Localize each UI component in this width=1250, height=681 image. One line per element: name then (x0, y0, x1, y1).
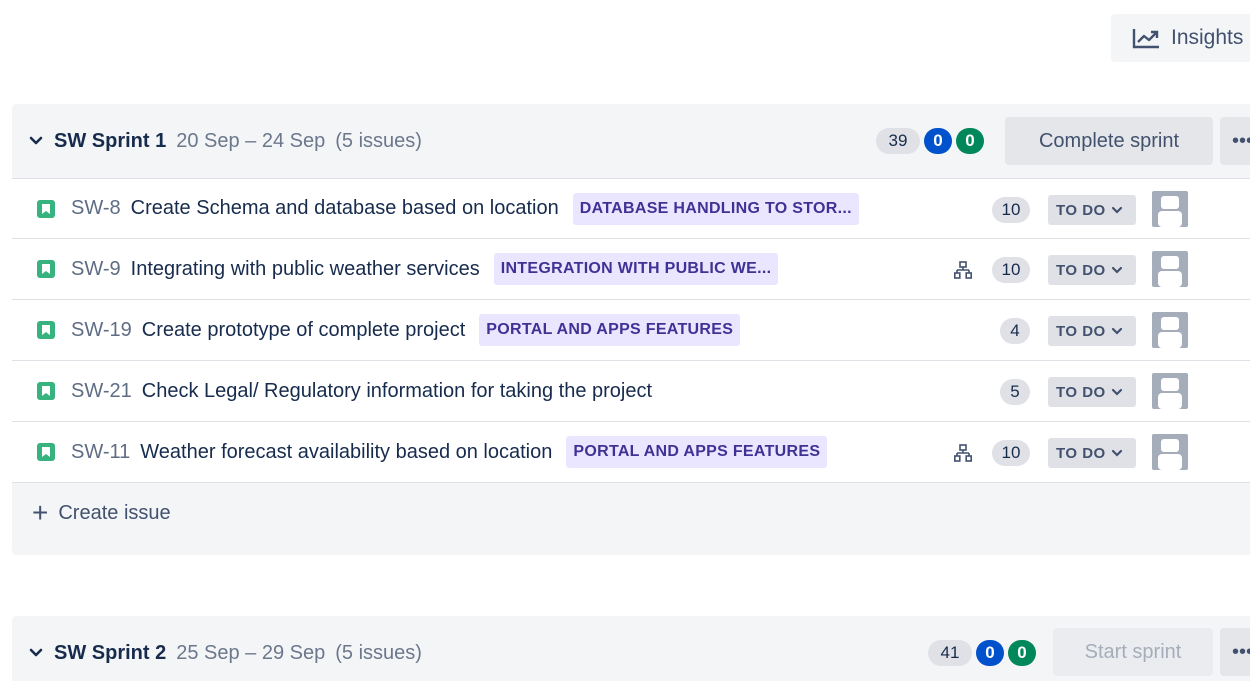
status-dropdown[interactable]: TO DO (1048, 255, 1136, 285)
issue-row[interactable]: SW-9 Integrating with public weather ser… (12, 239, 1250, 300)
issue-key[interactable]: SW-21 (71, 380, 132, 403)
issue-summary[interactable]: Create Schema and database based on loca… (131, 197, 559, 220)
sprint-status-counts: 39 0 0 (876, 128, 984, 154)
story-points-badge: 10 (992, 257, 1030, 283)
avatar[interactable] (1152, 251, 1188, 287)
chevron-down-icon (1111, 449, 1122, 457)
insights-label: Insights (1171, 26, 1244, 49)
sprint-name[interactable]: SW Sprint 1 (54, 130, 166, 153)
sprint-header: SW Sprint 2 25 Sep – 29 Sep (5 issues) 4… (12, 616, 1250, 681)
sprint-name[interactable]: SW Sprint 2 (54, 642, 166, 665)
issue-key[interactable]: SW-8 (71, 197, 121, 220)
in-progress-points-badge: 0 (924, 128, 952, 154)
story-points-badge: 5 (1000, 379, 1030, 405)
complete-sprint-button[interactable]: Complete sprint (1005, 117, 1213, 165)
status-label: TO DO (1056, 201, 1106, 219)
status-dropdown[interactable]: TO DO (1048, 438, 1136, 468)
bookmark-story-icon (37, 443, 55, 461)
sprint-dates: 20 Sep – 24 Sep (176, 129, 326, 152)
bookmark-story-icon (37, 199, 55, 218)
bookmark-story-icon (37, 260, 55, 278)
epic-lozenge[interactable]: PORTAL AND APPS FEATURES (479, 314, 741, 346)
sprint-header: SW Sprint 1 20 Sep – 24 Sep (5 issues) 3… (12, 104, 1250, 178)
chevron-down-icon (1111, 206, 1122, 214)
issue-row[interactable]: SW-8 Create Schema and database based on… (12, 178, 1250, 239)
chevron-down-icon (1111, 388, 1122, 396)
todo-points-badge: 41 (928, 640, 972, 666)
sprint-more-button[interactable]: ••• (1220, 628, 1250, 676)
issue-summary[interactable]: Integrating with public weather services (131, 258, 480, 281)
sprint-dates: 25 Sep – 29 Sep (176, 641, 326, 664)
chevron-down-icon[interactable] (26, 131, 46, 151)
avatar[interactable] (1152, 191, 1188, 227)
done-points-badge: 0 (1008, 640, 1036, 666)
avatar[interactable] (1152, 312, 1188, 348)
sprint-more-button[interactable]: ••• (1220, 117, 1250, 165)
person-placeholder-icon (1158, 378, 1182, 409)
hierarchy-icon (954, 444, 972, 462)
bookmark-story-icon (37, 321, 55, 339)
chevron-down-icon[interactable] (26, 643, 46, 663)
sprint-issue-count: (5 issues) (335, 641, 422, 664)
trend-chart-icon (1132, 29, 1159, 49)
issue-row[interactable]: SW-11 Weather forecast availability base… (12, 422, 1250, 483)
issue-row[interactable]: SW-21 Check Legal/ Regulatory informatio… (12, 361, 1250, 422)
insights-button[interactable]: Insights (1111, 14, 1250, 62)
person-placeholder-icon (1158, 196, 1182, 227)
sprint-container: SW Sprint 2 25 Sep – 29 Sep (5 issues) 4… (12, 616, 1250, 681)
start-sprint-button[interactable]: Start sprint (1053, 628, 1213, 676)
create-issue-button[interactable]: + Create issue (12, 483, 1250, 543)
create-issue-label: Create issue (58, 501, 171, 524)
issue-key[interactable]: SW-19 (71, 319, 132, 342)
sprint-container: SW Sprint 1 20 Sep – 24 Sep (5 issues) 3… (12, 104, 1250, 555)
issue-row[interactable]: SW-19 Create prototype of complete proje… (12, 300, 1250, 361)
bookmark-story-icon (37, 382, 55, 400)
in-progress-points-badge: 0 (976, 640, 1004, 666)
status-dropdown[interactable]: TO DO (1048, 195, 1136, 225)
person-placeholder-icon (1158, 439, 1182, 470)
sprint-status-counts: 41 0 0 (928, 640, 1036, 666)
status-label: TO DO (1056, 383, 1106, 401)
avatar[interactable] (1152, 373, 1188, 409)
done-points-badge: 0 (956, 128, 984, 154)
person-placeholder-icon (1158, 317, 1182, 348)
status-label: TO DO (1056, 444, 1106, 462)
epic-lozenge[interactable]: INTEGRATION WITH PUBLIC WE... (493, 253, 779, 285)
epic-lozenge[interactable]: DATABASE HANDLING TO STOR... (572, 192, 859, 225)
status-dropdown[interactable]: TO DO (1048, 316, 1136, 346)
status-label: TO DO (1056, 322, 1106, 340)
status-dropdown[interactable]: TO DO (1048, 377, 1136, 407)
sprint-issue-count: (5 issues) (335, 129, 422, 152)
issue-key[interactable]: SW-9 (71, 258, 121, 281)
chevron-down-icon (1111, 327, 1122, 335)
issue-list: SW-8 Create Schema and database based on… (12, 178, 1250, 483)
chevron-down-icon (1111, 266, 1122, 274)
backlog-page: Insights SW Sprint 1 20 Sep – 24 Sep (5 … (0, 0, 1250, 681)
epic-lozenge[interactable]: PORTAL AND APPS FEATURES (566, 436, 828, 468)
issue-key[interactable]: SW-11 (71, 441, 130, 464)
person-placeholder-icon (1158, 256, 1182, 287)
issue-summary[interactable]: Check Legal/ Regulatory information for … (142, 380, 652, 403)
story-points-badge: 10 (992, 197, 1030, 223)
hierarchy-icon (954, 261, 972, 279)
story-points-badge: 4 (1000, 318, 1030, 344)
issue-summary[interactable]: Create prototype of complete project (142, 319, 466, 342)
story-points-badge: 10 (992, 440, 1030, 466)
status-label: TO DO (1056, 261, 1106, 279)
plus-icon: + (32, 497, 49, 528)
issue-summary[interactable]: Weather forecast availability based on l… (140, 441, 552, 464)
avatar[interactable] (1152, 434, 1188, 470)
todo-points-badge: 39 (876, 128, 920, 154)
